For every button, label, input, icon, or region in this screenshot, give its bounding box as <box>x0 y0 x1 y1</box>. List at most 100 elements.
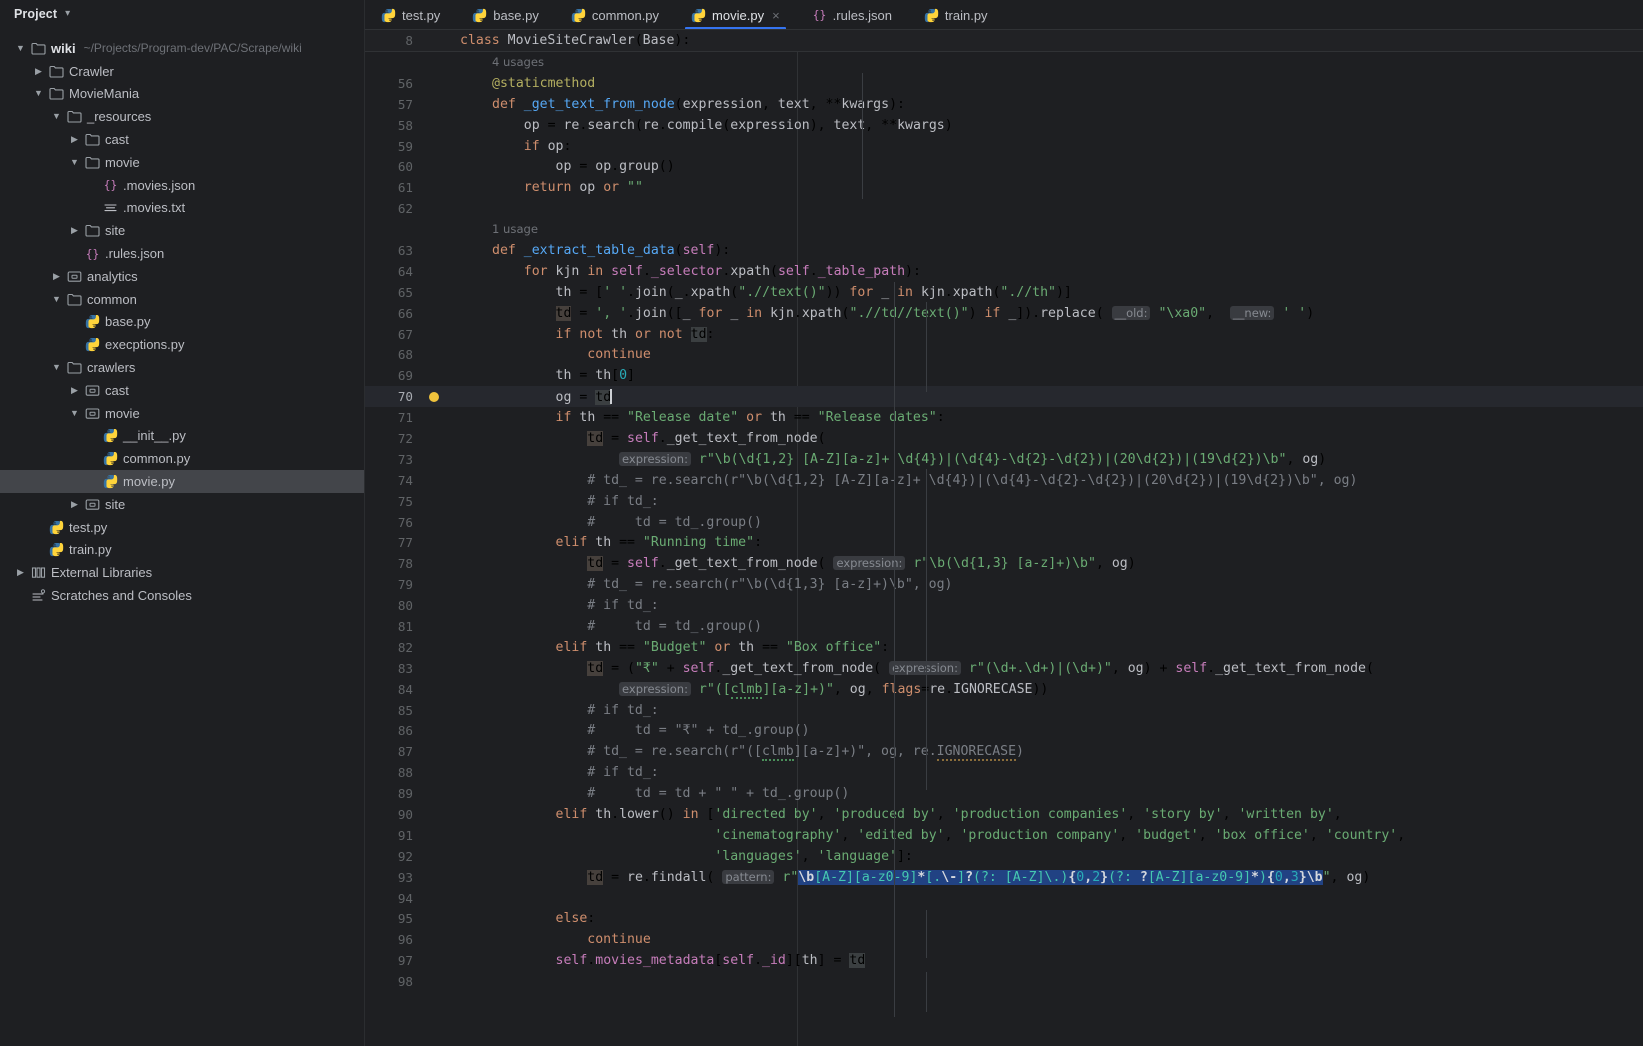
chevron-down-icon[interactable]: ▼ <box>32 89 45 98</box>
code-line-78[interactable]: 78 td = self._get_text_from_node( expres… <box>365 553 1643 574</box>
tree-item-cast[interactable]: ▶ cast <box>0 128 365 151</box>
line-number[interactable]: 90 <box>365 807 422 822</box>
chevron-right-icon[interactable]: ▶ <box>32 66 45 76</box>
code-line-88[interactable]: 88 # if td_: <box>365 762 1643 783</box>
line-number[interactable]: 81 <box>365 619 422 634</box>
line-number[interactable]: 82 <box>365 640 422 655</box>
line-number[interactable]: 79 <box>365 577 422 592</box>
code-line-70[interactable]: 70 og = td <box>365 386 1643 408</box>
tree-item-wiki[interactable]: ▼ wiki ~/Projects/Program-dev/PAC/Scrape/w… <box>0 37 365 60</box>
line-number[interactable]: 92 <box>365 849 422 864</box>
code-line-96[interactable]: 96 continue <box>365 929 1643 950</box>
editor-tab-bar[interactable]: test.py base.py common.py movie.py × {} .rules… <box>365 0 1643 30</box>
line-number[interactable]: 87 <box>365 744 422 759</box>
tree-item-execptions-py[interactable]: execptions.py <box>0 333 365 356</box>
tree-item-common-py[interactable]: common.py <box>0 447 365 470</box>
code-lines-container[interactable]: 4 usages 56 @staticmethod 57 def _get_text_f… <box>365 52 1643 1017</box>
tree-item-movie[interactable]: ▼ movie <box>0 151 365 174</box>
code-line-83[interactable]: 83 td = ("₹" + self._get_text_from_node(… <box>365 658 1643 679</box>
line-number[interactable]: 61 <box>365 180 422 195</box>
line-number[interactable]: 96 <box>365 932 422 947</box>
line-number[interactable]: 66 <box>365 306 422 321</box>
code-line-57[interactable]: 57 def _get_text_from_node(expression, te… <box>365 94 1643 115</box>
line-number[interactable]: 74 <box>365 473 422 488</box>
line-number[interactable]: 63 <box>365 243 422 258</box>
editor-tab-base-py[interactable]: base.py <box>456 0 555 30</box>
line-number[interactable]: 68 <box>365 347 422 362</box>
tree-item--movies-json[interactable]: {} .movies.json <box>0 174 365 197</box>
code-line-80[interactable]: 80 # if td_: <box>365 595 1643 616</box>
chevron-down-icon[interactable]: ▾ <box>65 8 70 19</box>
code-editor[interactable]: 8 class MovieSiteCrawler(Base): 4 usages… <box>365 30 1643 1046</box>
line-number[interactable]: 56 <box>365 76 422 91</box>
code-line-71[interactable]: 71 if th == "Release date" or th == "Rel… <box>365 407 1643 428</box>
line-number[interactable]: 57 <box>365 97 422 112</box>
line-number[interactable]: 78 <box>365 556 422 571</box>
editor-tab-test-py[interactable]: test.py <box>365 0 456 30</box>
code-line-66[interactable]: 66 td = ', '.join([_ for _ in kjn.xpath(… <box>365 303 1643 324</box>
code-line-98[interactable]: 98 <box>365 971 1643 992</box>
code-line-92[interactable]: 92 'languages', 'language']: <box>365 846 1643 867</box>
project-tree[interactable]: ▼ wiki ~/Projects/Program-dev/PAC/Scrape/w… <box>0 27 365 607</box>
code-line-72[interactable]: 72 td = self._get_text_from_node( <box>365 428 1643 449</box>
code-line-86[interactable]: 86 # td = "₹" + td_.group() <box>365 721 1643 742</box>
line-number[interactable]: 77 <box>365 535 422 550</box>
line-number[interactable]: 88 <box>365 765 422 780</box>
code-line-81[interactable]: 81 # td = td_.group() <box>365 616 1643 637</box>
line-number[interactable]: 89 <box>365 786 422 801</box>
chevron-right-icon[interactable]: ▶ <box>14 568 27 577</box>
line-number[interactable]: 73 <box>365 452 422 467</box>
code-line-74[interactable]: 74 # td_ = re.search(r"\b(\d{1,2} [A-Z][… <box>365 470 1643 491</box>
code-line-87[interactable]: 87 # td_ = re.search(r"([clmb][a-z]+)", … <box>365 741 1643 762</box>
tree-item-cast[interactable]: ▶ cast <box>0 379 365 402</box>
chevron-down-icon[interactable]: ▼ <box>50 363 63 372</box>
editor-tab-common-py[interactable]: common.py <box>555 0 675 30</box>
tree-item--resources[interactable]: ▼ _resources <box>0 105 365 128</box>
chevron-down-icon[interactable]: ▼ <box>68 408 81 418</box>
line-number[interactable]: 60 <box>365 159 422 174</box>
tree-item-test-py[interactable]: test.py <box>0 516 365 539</box>
code-line-59[interactable]: 59 if op: <box>365 136 1643 157</box>
intention-bulb-icon[interactable] <box>422 391 446 402</box>
code-line-82[interactable]: 82 elif th == "Budget" or th == "Box off… <box>365 637 1643 658</box>
code-line-91[interactable]: 91 'cinematography', 'edited by', 'produ… <box>365 825 1643 846</box>
code-line-84[interactable]: 84 expression: r"([clmb][a-z]+)", og, fl… <box>365 679 1643 700</box>
tree-item--init-py[interactable]: __init__.py <box>0 425 365 448</box>
line-number[interactable]: 69 <box>365 368 422 383</box>
chevron-down-icon[interactable]: ▼ <box>14 43 27 53</box>
chevron-right-icon[interactable]: ▶ <box>68 135 81 144</box>
code-line-85[interactable]: 85 # if td_: <box>365 700 1643 721</box>
line-number[interactable]: 80 <box>365 598 422 613</box>
line-number[interactable]: 64 <box>365 264 422 279</box>
code-line-63[interactable]: 63 def _extract_table_data(self): <box>365 240 1643 261</box>
chevron-down-icon[interactable]: ▼ <box>50 294 63 304</box>
tree-item-base-py[interactable]: base.py <box>0 311 365 334</box>
line-number[interactable]: 98 <box>365 974 422 989</box>
tree-item-external-libraries[interactable]: ▶ External Libraries <box>0 561 365 584</box>
code-line-95[interactable]: 95 else: <box>365 909 1643 930</box>
line-number[interactable]: 95 <box>365 911 422 926</box>
editor-tab--rules-json[interactable]: {} .rules.json <box>796 0 908 30</box>
tree-item-movie[interactable]: ▼ movie <box>0 402 365 425</box>
editor-tab-movie-py[interactable]: movie.py × <box>675 0 796 30</box>
tree-item-site[interactable]: ▶ site <box>0 493 365 516</box>
tree-item--movies-txt[interactable]: .movies.txt <box>0 197 365 220</box>
line-number[interactable]: 70 <box>365 389 422 404</box>
tree-item-movie-py[interactable]: movie.py <box>0 470 365 493</box>
close-icon[interactable]: × <box>772 8 780 23</box>
tree-item--rules-json[interactable]: {} .rules.json <box>0 242 365 265</box>
code-line-97[interactable]: 97 self.movies_metadata[self._id][th] = … <box>365 950 1643 971</box>
line-number[interactable]: 85 <box>365 703 422 718</box>
code-line-75[interactable]: 75 # if td_: <box>365 491 1643 512</box>
code-line-60[interactable]: 60 op = op.group() <box>365 156 1643 177</box>
tree-item-crawler[interactable]: ▶ Crawler <box>0 60 365 83</box>
code-line-58[interactable]: 58 op = re.search(re.compile(expression)… <box>365 115 1643 136</box>
code-line-56[interactable]: 56 @staticmethod <box>365 73 1643 94</box>
code-line-73[interactable]: 73 expression: r"\b(\d{1,2} [A-Z][a-z]+ … <box>365 449 1643 470</box>
code-line-77[interactable]: 77 elif th == "Running time": <box>365 532 1643 553</box>
chevron-right-icon[interactable]: ▶ <box>68 226 81 235</box>
line-number[interactable]: 84 <box>365 682 422 697</box>
code-line-79[interactable]: 79 # td_ = re.search(r"\b(\d{1,3} [a-z]+… <box>365 574 1643 595</box>
tree-item-scratches-and-consoles[interactable]: Scratches and Consoles <box>0 584 365 607</box>
line-number[interactable]: 86 <box>365 723 422 738</box>
